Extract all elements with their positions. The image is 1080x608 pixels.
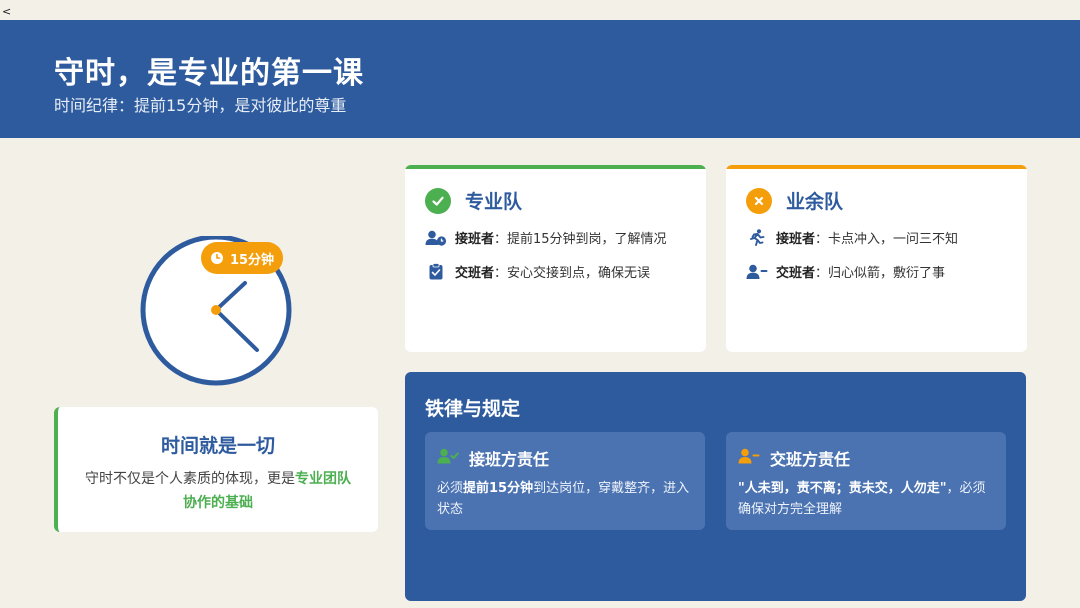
time-card-body: 守时不仅是个人素质的体现，更是专业团队协作的基础 <box>80 467 356 515</box>
takeover-responsibility-body: 必须提前15分钟到达岗位，穿戴整齐，进入状态 <box>437 478 691 520</box>
amateur-team-accent-bar <box>726 165 1027 169</box>
pro-team-title: 专业队 <box>465 191 523 213</box>
user-check-icon <box>437 448 459 469</box>
pro-team-card: 专业队 <box>405 165 706 352</box>
takeover-responsibility-header: 接班方责任 <box>437 446 549 470</box>
clock-small-icon <box>210 252 223 264</box>
amateur-handover-text: ：归心似箭，敷衍了事 <box>815 266 946 281</box>
handover-responsibility-body: "人未到，责不离；责未交，人勿走"，必须确保对方完全理解 <box>738 478 992 520</box>
amateur-team-card: 业余队 <box>726 165 1027 352</box>
clock-badge: 15分钟 <box>201 242 283 274</box>
user-clock-icon <box>425 229 447 247</box>
takeover-body-emphasis: 提前15分钟 <box>463 481 534 496</box>
amateur-takeover-role: 接班者 <box>776 232 816 247</box>
user-minus-icon <box>746 263 768 281</box>
amateur-team-title: 业余队 <box>786 191 844 213</box>
amateur-team-row-handover: 交班者：归心似箭，敷衍了事 <box>746 262 945 281</box>
pro-handover-text: ：安心交接到点，确保无误 <box>494 266 651 281</box>
x-circle-icon <box>746 187 772 214</box>
clipboard-check-icon <box>425 263 447 281</box>
pro-team-row-takeover: 接班者：提前15分钟到岗，了解情况 <box>425 228 667 247</box>
pro-takeover-text: ：提前15分钟到岗，了解情况 <box>494 232 667 247</box>
handover-body-emphasis: "人未到，责不离；责未交，人勿走" <box>738 481 947 496</box>
pro-handover-role: 交班者 <box>455 266 495 281</box>
rules-panel: 铁律与规定 接班方责任 必须提前15分钟到达岗位，穿戴整齐，进入状态 交班方责任… <box>405 372 1026 601</box>
clock-badge-label: 15分钟 <box>229 252 275 268</box>
user-minus-icon <box>738 448 760 469</box>
handover-responsibility-header: 交班方责任 <box>738 446 850 470</box>
amateur-takeover-text: ：卡点冲入，一问三不知 <box>815 232 959 247</box>
page-subtitle: 时间纪律：提前15分钟，是对彼此的尊重 <box>54 96 347 115</box>
handover-responsibility-card: 交班方责任 "人未到，责不离；责未交，人勿走"，必须确保对方完全理解 <box>726 432 1006 530</box>
corner-glyph: < <box>2 5 12 18</box>
takeover-responsibility-card: 接班方责任 必须提前15分钟到达岗位，穿戴整齐，进入状态 <box>425 432 705 530</box>
running-person-icon <box>746 229 768 247</box>
header-banner: 守时，是专业的第一课 时间纪律：提前15分钟，是对彼此的尊重 <box>0 20 1080 138</box>
takeover-responsibility-title: 接班方责任 <box>469 450 550 469</box>
pro-takeover-role: 接班者 <box>455 232 495 247</box>
check-circle-icon <box>425 187 451 214</box>
takeover-body-prefix: 必须 <box>437 481 464 496</box>
amateur-handover-role: 交班者 <box>776 266 816 281</box>
pro-team-header: 专业队 <box>425 187 522 214</box>
time-card-body-text: 守时不仅是个人素质的体现，更是 <box>85 471 295 487</box>
handover-responsibility-title: 交班方责任 <box>770 450 851 469</box>
time-card: 时间就是一切 守时不仅是个人素质的体现，更是专业团队协作的基础 <box>54 407 378 532</box>
pro-team-row-handover: 交班者：安心交接到点，确保无误 <box>425 262 650 281</box>
amateur-team-row-takeover: 接班者：卡点冲入，一问三不知 <box>746 228 958 247</box>
time-card-title: 时间就是一切 <box>160 435 275 457</box>
rules-title: 铁律与规定 <box>425 398 521 420</box>
page-title: 守时，是专业的第一课 <box>54 56 364 91</box>
amateur-team-header: 业余队 <box>746 187 843 214</box>
pro-team-accent-bar <box>405 165 706 169</box>
